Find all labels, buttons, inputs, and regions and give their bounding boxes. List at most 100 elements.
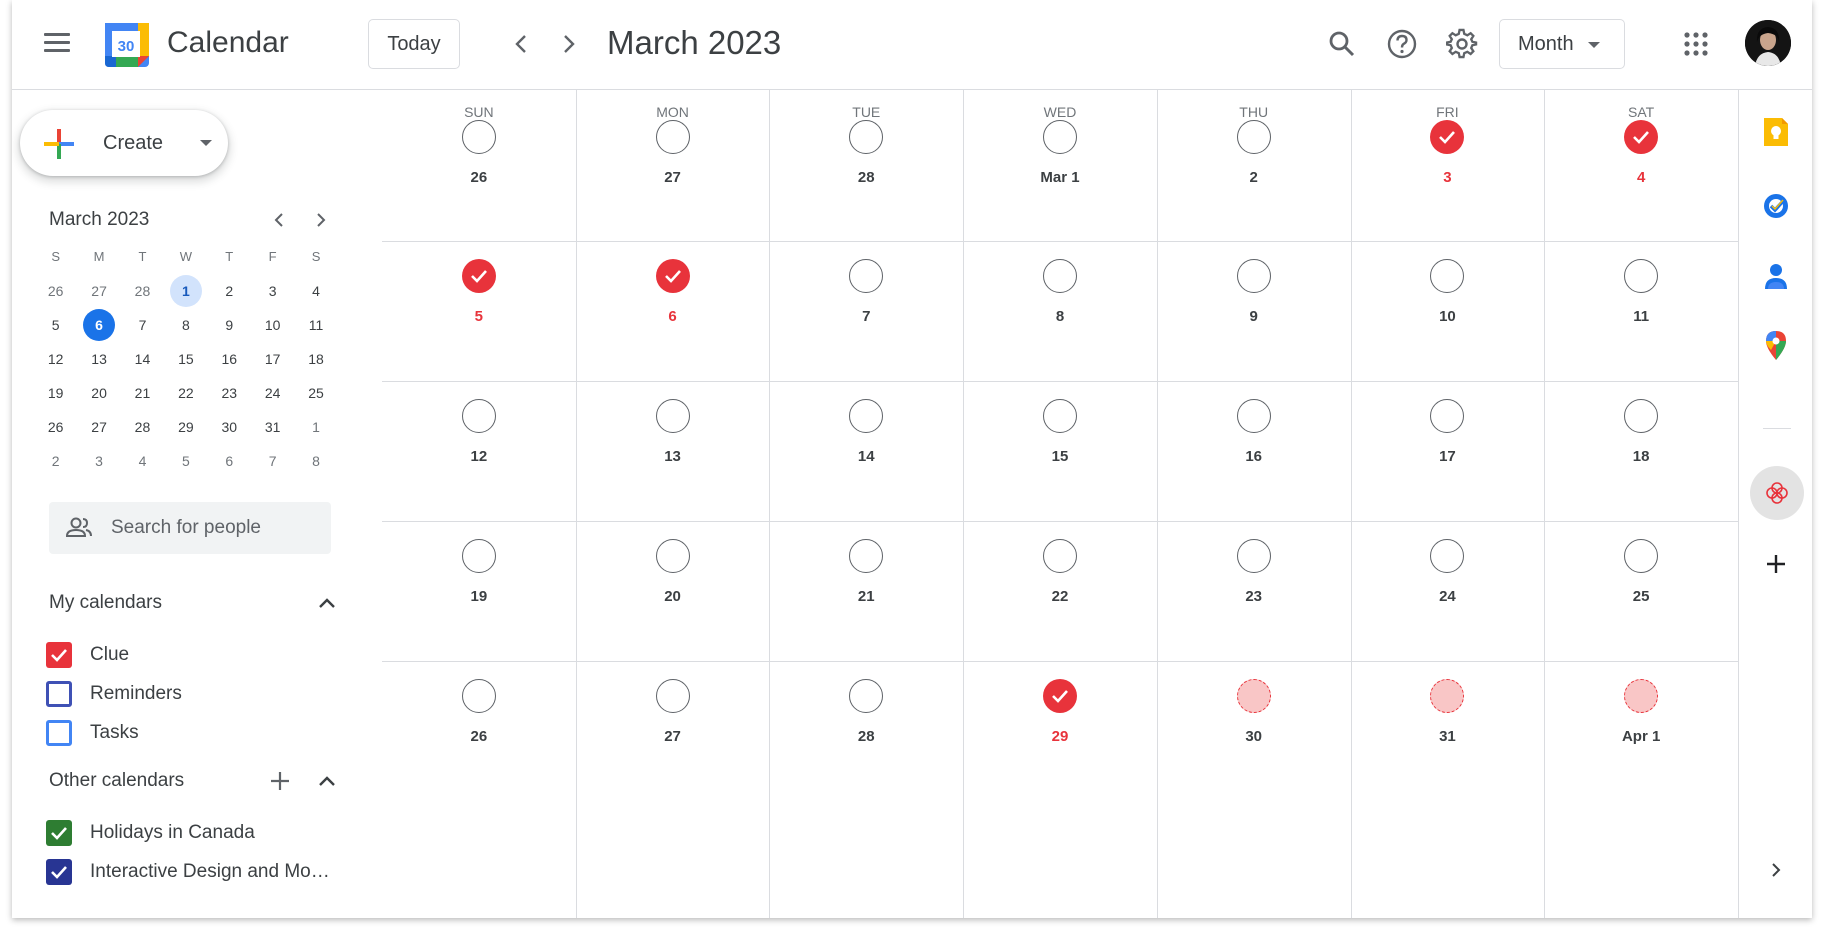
view-selector[interactable]: Month [1499, 19, 1625, 69]
logged-period-check-icon[interactable] [1624, 120, 1659, 154]
day-cell[interactable]: 13 [576, 381, 770, 521]
empty-log-circle-icon[interactable] [1430, 259, 1465, 293]
logged-period-check-icon[interactable] [461, 259, 496, 293]
calendar-item-interactive-design[interactable]: Interactive Design and Mo… [46, 856, 346, 888]
keep-icon[interactable] [1756, 112, 1796, 152]
empty-log-circle-icon[interactable] [1042, 539, 1077, 573]
mini-day[interactable]: 23 [208, 376, 251, 410]
day-cell[interactable]: FRI 3 [1351, 90, 1545, 241]
mini-day[interactable]: 3 [77, 444, 120, 478]
day-cell[interactable]: THU 2 [1157, 90, 1351, 241]
day-cell[interactable]: 10 [1351, 241, 1545, 381]
day-cell[interactable]: 21 [769, 521, 963, 661]
empty-log-circle-icon[interactable] [849, 679, 884, 713]
predicted-period-circle-icon[interactable] [1624, 679, 1659, 713]
mini-day[interactable]: 14 [121, 342, 164, 376]
day-cell[interactable]: 12 [382, 381, 576, 521]
mini-day[interactable]: 3 [251, 274, 294, 308]
day-cell[interactable]: SUN 26 [382, 90, 576, 241]
day-cell[interactable]: 16 [1157, 381, 1351, 521]
day-cell[interactable]: 28 [769, 661, 963, 918]
checkbox-checked-icon[interactable] [46, 859, 72, 885]
predicted-period-circle-icon[interactable] [1430, 679, 1465, 713]
mini-day[interactable]: 31 [251, 410, 294, 444]
predicted-period-circle-icon[interactable] [1236, 679, 1271, 713]
day-cell[interactable]: 30 [1157, 661, 1351, 918]
add-addon-icon[interactable] [1756, 544, 1796, 584]
empty-log-circle-icon[interactable] [1042, 120, 1077, 154]
day-cell[interactable]: TUE 28 [769, 90, 963, 241]
empty-log-circle-icon[interactable] [1236, 399, 1271, 433]
day-cell[interactable]: 15 [963, 381, 1157, 521]
mini-day[interactable]: 29 [164, 410, 207, 444]
mini-day[interactable]: 22 [164, 376, 207, 410]
mini-day[interactable]: 4 [121, 444, 164, 478]
mini-day-selected[interactable]: 1 [164, 274, 207, 308]
mini-day[interactable]: 21 [121, 376, 164, 410]
day-cell[interactable]: 23 [1157, 521, 1351, 661]
empty-log-circle-icon[interactable] [1624, 539, 1659, 573]
empty-log-circle-icon[interactable] [655, 539, 690, 573]
apps-grid-icon[interactable] [1676, 24, 1716, 64]
mini-day[interactable]: 19 [34, 376, 77, 410]
empty-log-circle-icon[interactable] [1236, 120, 1271, 154]
mini-day[interactable]: 30 [208, 410, 251, 444]
mini-day-today[interactable]: 6 [77, 308, 120, 342]
mini-day[interactable]: 26 [34, 410, 77, 444]
logged-period-check-icon[interactable] [1042, 679, 1077, 713]
mini-day[interactable]: 6 [208, 444, 251, 478]
day-cell[interactable]: 5 [382, 241, 576, 381]
calendar-item-clue[interactable]: Clue [46, 639, 346, 671]
clue-addon-icon[interactable] [1750, 466, 1804, 520]
day-cell[interactable]: 31 [1351, 661, 1545, 918]
empty-log-circle-icon[interactable] [1430, 399, 1465, 433]
mini-day[interactable]: 10 [251, 308, 294, 342]
my-calendars-title[interactable]: My calendars [49, 592, 162, 614]
next-period-icon[interactable] [552, 27, 586, 61]
empty-log-circle-icon[interactable] [655, 399, 690, 433]
day-cell[interactable]: 20 [576, 521, 770, 661]
previous-period-icon[interactable] [504, 27, 538, 61]
add-other-calendar-icon[interactable] [266, 767, 294, 795]
empty-log-circle-icon[interactable] [849, 120, 884, 154]
settings-gear-icon[interactable] [1442, 24, 1482, 64]
help-icon[interactable] [1382, 24, 1422, 64]
checkbox-unchecked-icon[interactable] [46, 720, 72, 746]
mini-day[interactable]: 9 [208, 308, 251, 342]
calendar-item-holidays[interactable]: Holidays in Canada [46, 817, 346, 849]
other-calendars-title[interactable]: Other calendars [49, 770, 184, 792]
mini-day[interactable]: 15 [164, 342, 207, 376]
empty-log-circle-icon[interactable] [1042, 259, 1077, 293]
mini-day[interactable]: 24 [251, 376, 294, 410]
mini-day[interactable]: 5 [34, 308, 77, 342]
collapse-chevron-up-icon[interactable] [314, 590, 340, 616]
maps-icon[interactable] [1756, 326, 1796, 366]
mini-day[interactable]: 20 [77, 376, 120, 410]
mini-day[interactable]: 4 [294, 274, 337, 308]
mini-day[interactable]: 28 [121, 274, 164, 308]
mini-day[interactable]: 26 [34, 274, 77, 308]
empty-log-circle-icon[interactable] [1042, 399, 1077, 433]
empty-log-circle-icon[interactable] [849, 539, 884, 573]
day-cell[interactable]: 18 [1544, 381, 1738, 521]
empty-log-circle-icon[interactable] [1236, 539, 1271, 573]
day-cell[interactable]: 11 [1544, 241, 1738, 381]
main-menu-icon[interactable] [42, 28, 72, 58]
tasks-icon[interactable] [1756, 186, 1796, 226]
empty-log-circle-icon[interactable] [461, 679, 496, 713]
mini-day[interactable]: 27 [77, 410, 120, 444]
calendar-item-tasks[interactable]: Tasks [46, 717, 346, 749]
checkbox-checked-icon[interactable] [46, 820, 72, 846]
mini-day[interactable]: 8 [164, 308, 207, 342]
empty-log-circle-icon[interactable] [655, 679, 690, 713]
mini-day[interactable]: 5 [164, 444, 207, 478]
mini-day[interactable]: 8 [294, 444, 337, 478]
contacts-icon[interactable] [1756, 256, 1796, 296]
mini-day[interactable]: 1 [294, 410, 337, 444]
expand-panel-chevron-icon[interactable] [1756, 850, 1796, 890]
mini-day[interactable]: 7 [121, 308, 164, 342]
mini-day[interactable]: 16 [208, 342, 251, 376]
mini-day[interactable]: 2 [34, 444, 77, 478]
mini-previous-month-icon[interactable] [265, 206, 293, 234]
day-cell[interactable]: 26 [382, 661, 576, 918]
